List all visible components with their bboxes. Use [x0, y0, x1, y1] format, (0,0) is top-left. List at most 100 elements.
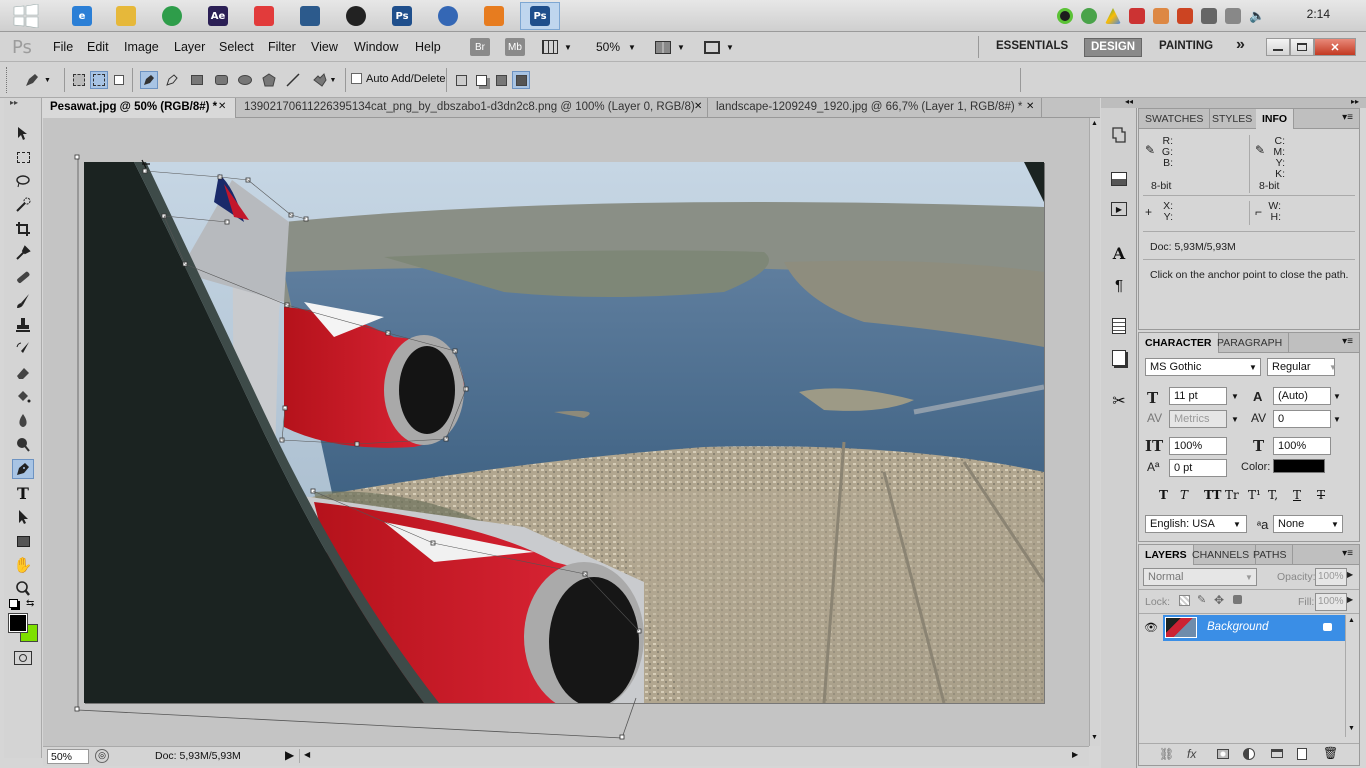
brush-tool-icon[interactable] — [12, 291, 34, 311]
close-tab-icon[interactable]: ✕ — [218, 101, 226, 112]
tab-paths[interactable]: PATHS — [1247, 545, 1294, 565]
taskbar-app-app-rec[interactable] — [336, 2, 376, 30]
taskbar-app-ie[interactable]: e — [62, 2, 102, 30]
shape-layers-icon[interactable] — [70, 71, 88, 89]
auto-add-delete-checkbox[interactable] — [351, 73, 362, 84]
tab-paragraph[interactable]: PARAGRAPH — [1211, 333, 1290, 353]
workspace-essentials[interactable]: ESSENTIALS — [990, 38, 1074, 57]
collapse-left-icon[interactable]: ◂◂ — [1125, 97, 1133, 106]
collapse-right-icon[interactable]: ▸▸ — [1351, 97, 1359, 106]
custom-shape-icon[interactable]: ▼ — [308, 71, 340, 89]
move-tool-icon[interactable] — [12, 123, 34, 143]
workspace-design[interactable]: DESIGN — [1084, 38, 1143, 57]
new-group-icon[interactable] — [1271, 749, 1283, 758]
swap-colors-icon[interactable]: ⇆ — [26, 598, 34, 609]
horizontal-scale-field[interactable]: 100% — [1273, 437, 1331, 455]
add-mask-icon[interactable] — [1217, 749, 1229, 759]
screen-mode-button[interactable]: ▼ — [704, 39, 738, 55]
menu-view[interactable]: View — [311, 40, 338, 54]
menu-filter[interactable]: Filter — [268, 40, 296, 54]
blend-mode-select[interactable]: Normal — [1143, 568, 1257, 586]
notes-icon[interactable] — [1109, 316, 1129, 336]
path-exclude-icon[interactable] — [512, 71, 530, 89]
tool-preset-pen-icon[interactable]: ▼ — [20, 71, 54, 89]
taskbar-app-photoshop-1[interactable]: Ps — [382, 2, 422, 30]
taskbar-app-app-orange[interactable] — [474, 2, 514, 30]
document-image[interactable] — [84, 162, 1044, 703]
tab-swatches[interactable]: SWATCHES — [1139, 109, 1211, 129]
link-layers-icon[interactable]: ⛓ — [1159, 747, 1174, 761]
adjustment-layer-icon[interactable] — [1243, 748, 1255, 760]
history-brush-tool-icon[interactable] — [12, 339, 34, 359]
tab-info[interactable]: INFO — [1256, 109, 1295, 129]
text-color-swatch[interactable] — [1273, 459, 1325, 473]
superscript-button[interactable]: T¹ — [1248, 488, 1261, 502]
delete-layer-icon[interactable]: 🗑 — [1323, 746, 1338, 760]
bridge-button[interactable]: Br — [470, 38, 490, 56]
menu-file[interactable]: File — [53, 40, 73, 54]
menu-layer[interactable]: Layer — [174, 40, 205, 54]
pen-tool-option-icon[interactable] — [140, 71, 158, 89]
view-extras-button[interactable]: ▼ — [542, 39, 576, 55]
tray-drive-icon[interactable] — [1105, 8, 1121, 24]
taskbar-clock[interactable]: 2:14 — [1307, 7, 1330, 21]
status-menu-arrow-icon[interactable]: ▶ — [285, 748, 294, 762]
fill-arrow-icon[interactable]: ▶ — [1347, 595, 1353, 604]
scroll-down-icon[interactable]: ▼ — [1091, 734, 1098, 741]
menu-help[interactable]: Help — [415, 40, 441, 54]
mini-bridge-button[interactable]: Mb — [505, 38, 525, 56]
strikethrough-button[interactable]: T — [1317, 488, 1325, 502]
tool-presets-icon[interactable]: ✂ — [1109, 391, 1129, 411]
paths-icon[interactable] — [90, 71, 108, 89]
font-size-field[interactable]: 11 pt — [1169, 387, 1227, 405]
polygon-shape-icon[interactable] — [260, 71, 278, 89]
healing-brush-tool-icon[interactable] — [12, 267, 34, 287]
zoom-tool-icon[interactable] — [12, 579, 34, 599]
lock-image-icon[interactable]: ✎ — [1197, 593, 1206, 606]
lock-position-icon[interactable]: ✥ — [1214, 593, 1224, 607]
menu-select[interactable]: Select — [219, 40, 254, 54]
freeform-pen-option-icon[interactable] — [163, 71, 181, 89]
navigator-icon[interactable] — [1109, 169, 1129, 189]
chevron-down-icon[interactable]: ▼ — [1327, 516, 1343, 532]
vertical-scrollbar[interactable]: ▲ ▼ — [1089, 118, 1100, 746]
taskbar-app-after-effects[interactable]: Ae — [198, 2, 238, 30]
opacity-arrow-icon[interactable]: ▶ — [1347, 570, 1353, 579]
rectangle-tool-icon[interactable] — [12, 531, 34, 551]
restore-button[interactable] — [1290, 38, 1314, 56]
layer-row-background[interactable]: Background — [1163, 615, 1345, 641]
chevron-down-icon[interactable]: ▼ — [1241, 569, 1257, 585]
taskbar-app-app-red[interactable] — [244, 2, 284, 30]
scroll-left-icon[interactable]: ◀ — [304, 750, 310, 759]
font-family-select[interactable]: MS Gothic — [1145, 358, 1261, 376]
tray-refresh-icon[interactable] — [1081, 8, 1097, 24]
panel-menu-icon[interactable]: ▾≡ — [1342, 548, 1353, 559]
taskbar-app-folder[interactable] — [106, 2, 146, 30]
lock-transparency-icon[interactable] — [1179, 595, 1190, 606]
scroll-right-icon[interactable]: ▶ — [1072, 750, 1078, 759]
fill-pixels-icon[interactable] — [110, 71, 128, 89]
taskbar-app-app-pattern[interactable] — [290, 2, 330, 30]
type-tool-icon[interactable]: T — [12, 483, 34, 503]
zoom-level-dropdown[interactable]: 50% ▼ — [596, 39, 638, 55]
close-button[interactable]: ✕ — [1314, 38, 1356, 56]
history-icon[interactable] — [1109, 125, 1129, 145]
menu-image[interactable]: Image — [124, 40, 159, 54]
dodge-tool-icon[interactable] — [12, 435, 34, 455]
taskbar-app-photoshop-2[interactable]: Ps — [520, 2, 560, 30]
path-subtract-icon[interactable] — [472, 71, 490, 89]
rounded-rectangle-shape-icon[interactable] — [212, 71, 230, 89]
marquee-tool-icon[interactable] — [12, 147, 34, 167]
chevron-down-icon[interactable]: ▼ — [1329, 388, 1345, 404]
panels-collapse-strip[interactable]: ◂◂ ▸▸ — [1101, 97, 1366, 108]
scroll-down-icon[interactable]: ▼ — [1348, 725, 1355, 732]
clone-stamp-tool-icon[interactable] — [12, 315, 34, 335]
opacity-field[interactable]: 100% — [1315, 568, 1347, 586]
tab-landscape[interactable]: landscape-1209249_1920.jpg @ 66,7% (Laye… — [708, 98, 1042, 118]
layers-scrollbar[interactable]: ▲ ▼ — [1345, 615, 1357, 737]
line-shape-icon[interactable] — [284, 71, 302, 89]
tab-channels[interactable]: CHANNELS — [1186, 545, 1257, 565]
paint-bucket-tool-icon[interactable] — [12, 387, 34, 407]
minimize-button[interactable] — [1266, 38, 1290, 56]
chevron-down-icon[interactable]: ▼ — [1329, 411, 1345, 427]
